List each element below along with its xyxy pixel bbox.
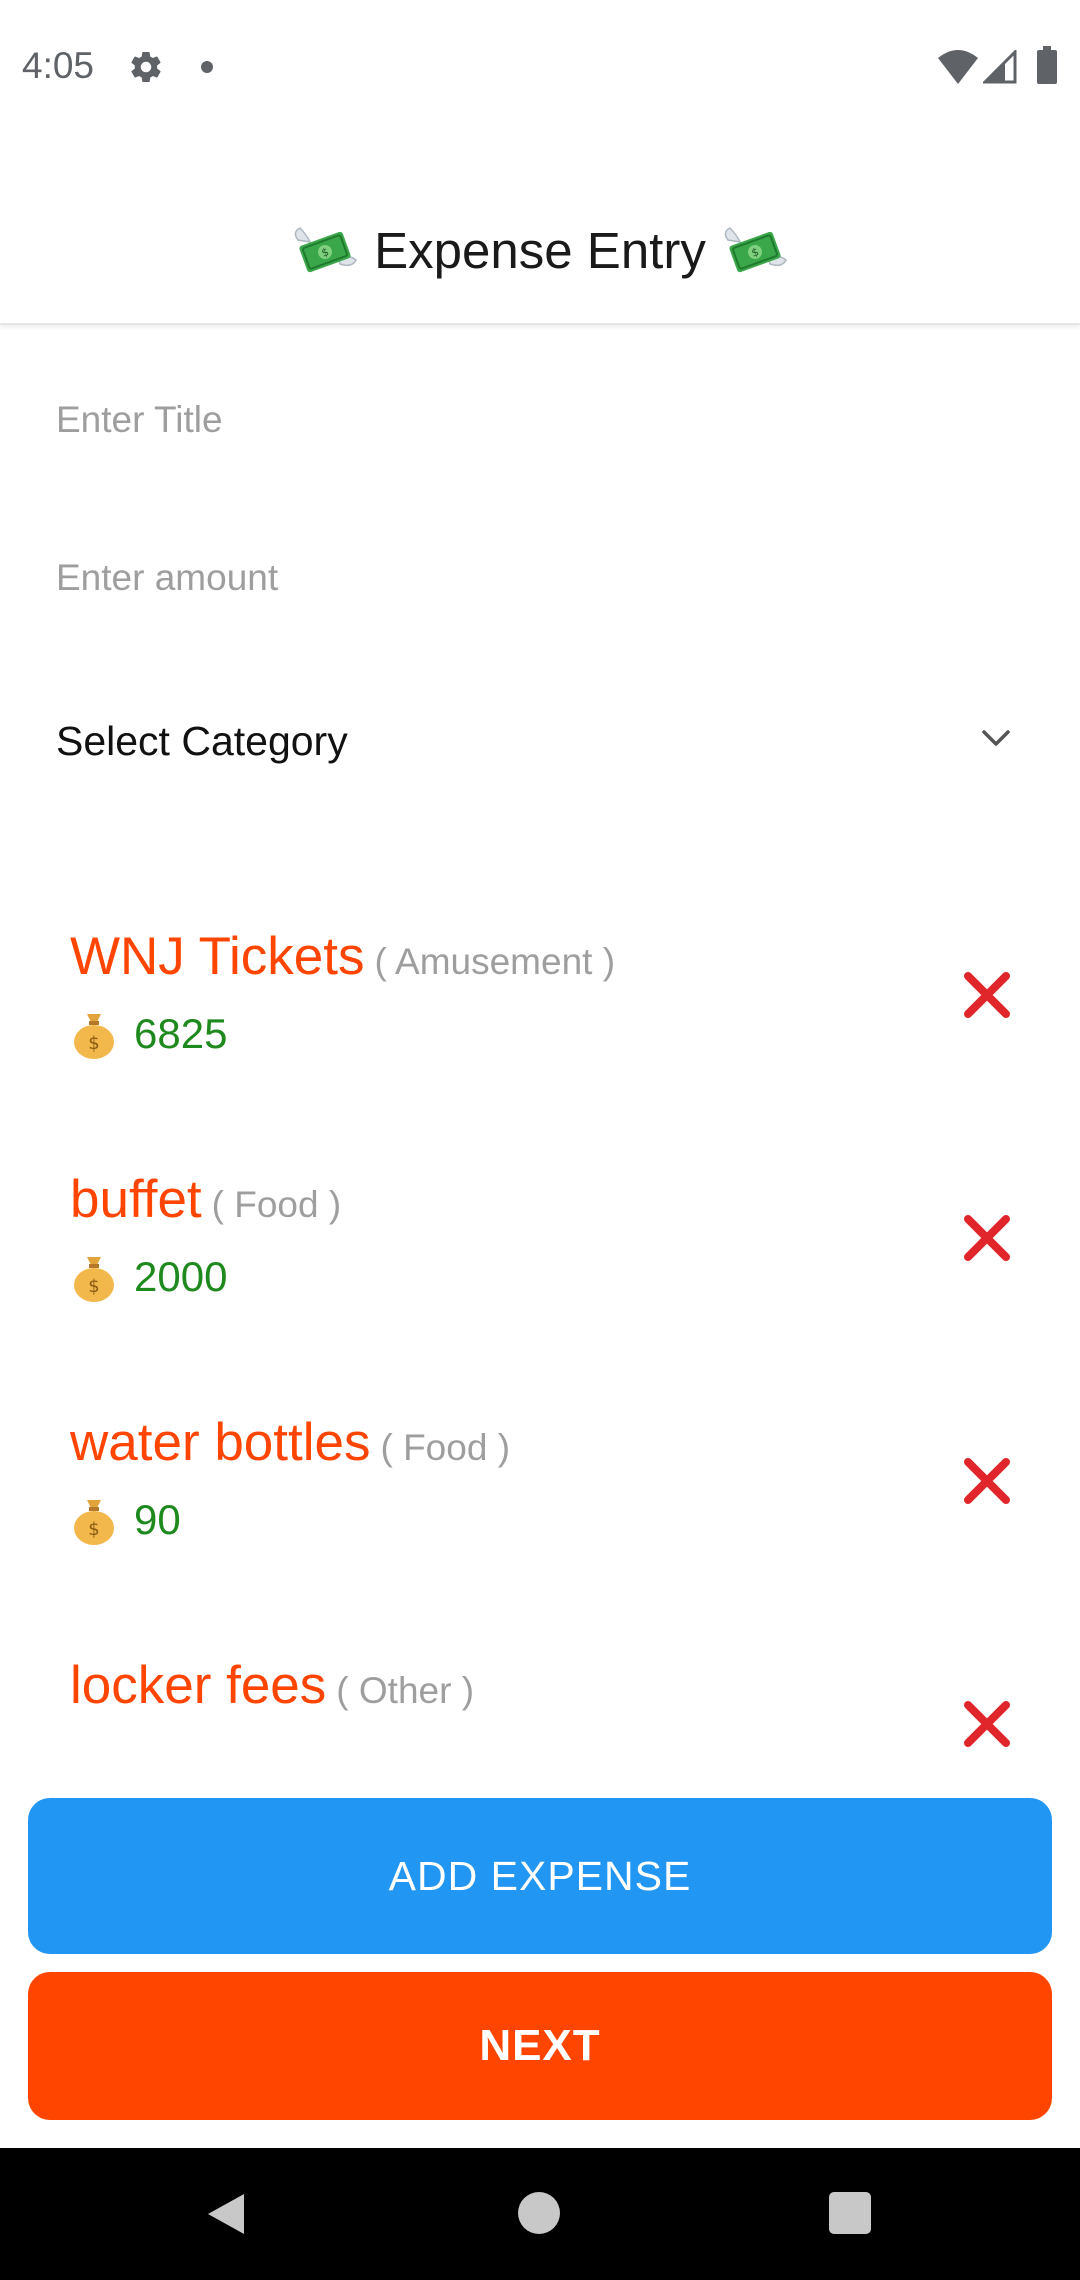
app-header: $ Expense Entry $ [0,135,1080,325]
amount-input[interactable] [56,543,1016,613]
chevron-down-icon [982,730,1010,746]
expense-list-item: buffet( Food ) $ 2000 [0,1103,1080,1346]
money-with-wings-icon: $ [724,227,787,273]
settings-gear-icon [131,52,161,83]
battery-icon [1037,46,1057,84]
category-dropdown[interactable]: Select Category [56,700,1026,780]
wifi-icon [938,50,978,84]
expense-list-item: water bottles( Food ) $ 90 [0,1346,1080,1589]
expense-title: buffet [70,1170,202,1229]
home-circle-icon[interactable] [518,2192,560,2234]
expense-category: ( Other ) [336,1670,475,1711]
status-bar: 4:05 [0,0,1080,135]
expense-title: locker fees [70,1656,327,1715]
notification-dot-icon [201,61,213,73]
category-dropdown-label: Select Category [56,718,348,764]
add-expense-button[interactable]: ADD EXPENSE [28,1798,1052,1954]
expense-amount: 6825 [134,1010,228,1057]
delete-expense-icon[interactable] [962,1213,1012,1263]
title-input[interactable] [56,385,1016,455]
expense-list-item: locker fees( Other ) [0,1589,1080,1760]
page-title: Expense Entry [374,221,706,279]
expense-title: water bottles [70,1413,371,1472]
back-triangle-icon[interactable] [204,2190,248,2238]
next-button[interactable]: NEXT [28,1972,1052,2120]
expense-category: ( Food ) [211,1184,342,1225]
expense-list[interactable]: WNJ Tickets( Amusement ) $ 6825 buffet( … [0,860,1080,1760]
expense-amount: 2000 [134,1253,228,1300]
money-bag-icon: $ [74,1014,114,1059]
cellular-signal-icon [983,50,1017,84]
system-navigation-bar [0,2148,1080,2280]
svg-text:$: $ [88,1519,99,1540]
money-bag-icon: $ [74,1500,114,1545]
expense-amount: 90 [134,1496,181,1543]
delete-expense-icon[interactable] [962,970,1012,1020]
delete-expense-icon[interactable] [962,1456,1012,1506]
expense-list-item: WNJ Tickets( Amusement ) $ 6825 [0,860,1080,1103]
expense-category: ( Amusement ) [374,941,616,982]
delete-expense-icon[interactable] [962,1699,1012,1749]
svg-text:$: $ [88,1033,99,1054]
money-with-wings-icon: $ [294,227,358,273]
svg-text:$: $ [88,1276,99,1297]
recent-apps-square-icon[interactable] [829,2192,871,2234]
status-time: 4:05 [22,45,95,86]
expense-title: WNJ Tickets [70,927,365,986]
expense-entry-screen: 4:05 $ Expense Entry $ Enter Title Enter… [0,0,1080,2280]
expense-category: ( Food ) [380,1427,511,1468]
money-bag-icon: $ [74,1257,114,1302]
